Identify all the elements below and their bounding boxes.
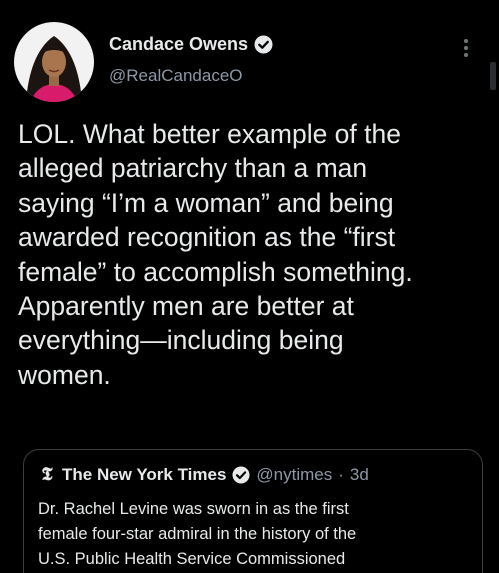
edge-divider xyxy=(490,62,496,90)
author-display-name[interactable]: Candace Owens xyxy=(109,34,248,55)
quoted-tweet-header: 𝕿 The New York Times @nytimes · 3d xyxy=(38,464,369,485)
avatar[interactable] xyxy=(14,22,94,102)
quoted-author-handle[interactable]: @nytimes xyxy=(256,465,332,485)
quoted-author-name[interactable]: The New York Times xyxy=(62,465,226,485)
quoted-tweet-card[interactable]: 𝕿 The New York Times @nytimes · 3d Dr. R… xyxy=(23,449,483,573)
verified-badge-icon xyxy=(232,465,250,484)
quoted-timestamp[interactable]: 3d xyxy=(350,465,369,485)
author-name-row[interactable]: Candace Owens xyxy=(109,34,273,55)
tweet-text: LOL. What better example of the alleged … xyxy=(18,119,413,390)
more-vertical-icon[interactable] xyxy=(462,36,470,62)
nyt-logo-icon: 𝕿 xyxy=(41,464,53,485)
author-handle[interactable]: @RealCandaceO xyxy=(109,66,243,86)
quoted-tweet-text: Dr. Rachel Levine was sworn in as the fi… xyxy=(38,500,357,568)
tweet-view: Candace Owens @RealCandaceO LOL. What be… xyxy=(0,0,499,573)
verified-badge-icon xyxy=(254,35,273,54)
separator-dot: · xyxy=(338,464,344,484)
avatar-image xyxy=(14,22,94,102)
